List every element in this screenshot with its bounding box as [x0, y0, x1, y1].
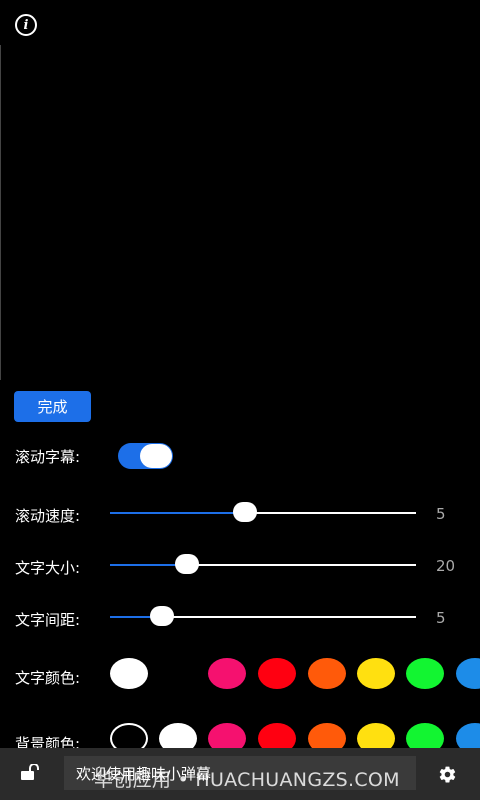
spacing-label: 文字间距: [15, 611, 81, 629]
info-icon[interactable]: i [15, 14, 37, 36]
speed-value: 5 [436, 505, 446, 523]
text-color-swatch[interactable] [208, 658, 246, 689]
size-slider-thumb[interactable] [174, 554, 199, 574]
spacing-value: 5 [436, 609, 446, 627]
spacing-slider[interactable] [110, 606, 416, 626]
size-value: 20 [436, 557, 456, 575]
toggle-knob [140, 444, 172, 468]
text-color-swatch[interactable] [308, 658, 346, 689]
done-button[interactable]: 完成 [14, 391, 91, 422]
speed-slider-thumb[interactable] [232, 502, 257, 522]
speed-label: 滚动速度: [15, 507, 81, 525]
text-color-label: 文字颜色: [15, 669, 81, 687]
text-color-swatch[interactable] [456, 658, 480, 689]
watermark-text: 华创应用 • HUACHUANGZS.COM [94, 769, 400, 791]
gear-icon[interactable] [438, 765, 457, 784]
speed-slider[interactable] [110, 502, 416, 522]
size-label: 文字大小: [15, 559, 81, 577]
text-color-swatch[interactable] [110, 658, 148, 689]
scroll-toggle[interactable] [118, 443, 173, 469]
spacing-slider-thumb[interactable] [150, 606, 175, 626]
unlock-icon[interactable] [21, 764, 41, 780]
speed-slider-fill [110, 512, 245, 514]
text-color-swatch[interactable] [406, 658, 444, 689]
size-slider[interactable] [110, 554, 416, 574]
text-color-swatch[interactable] [258, 658, 296, 689]
scroll-toggle-label: 滚动字幕: [15, 448, 81, 466]
preview-edge-divider [0, 45, 1, 380]
text-color-swatch[interactable] [357, 658, 395, 689]
